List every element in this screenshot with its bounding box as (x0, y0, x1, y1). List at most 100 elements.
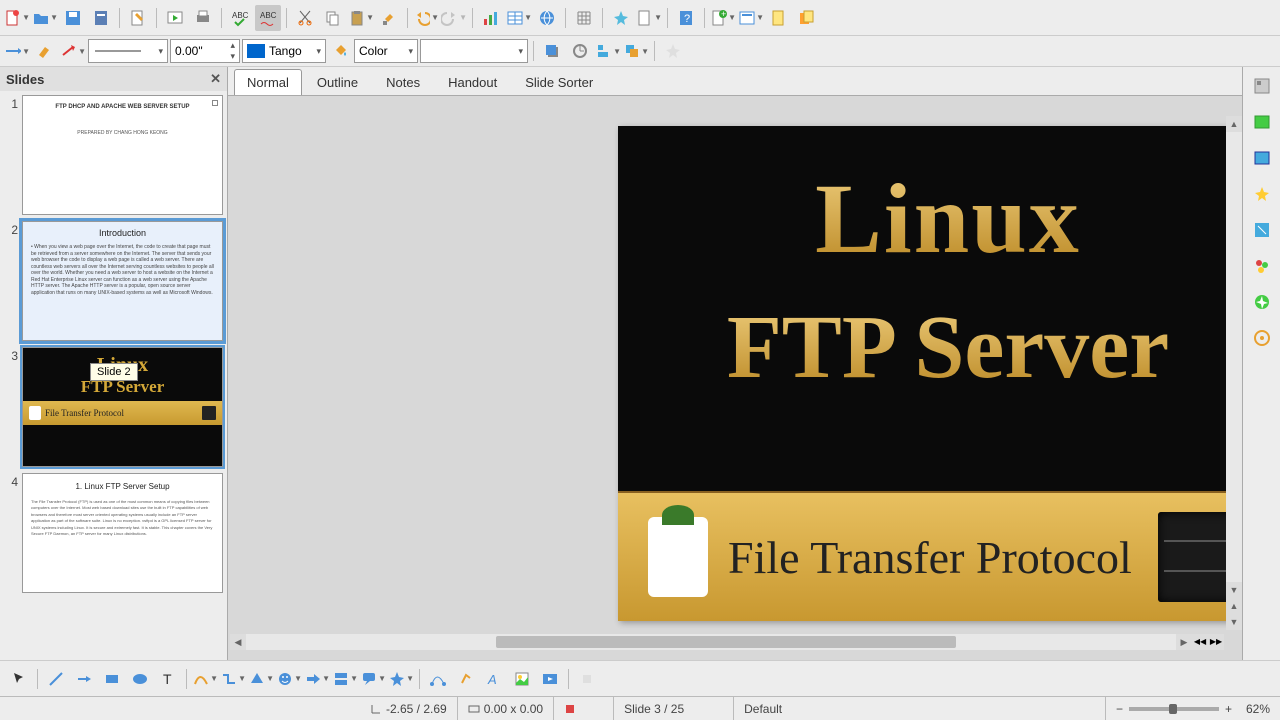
shadow-button[interactable] (539, 38, 565, 64)
insert-slide-button[interactable]: ▼ (636, 5, 662, 31)
line-color-button[interactable] (32, 38, 58, 64)
tab-slide-sorter[interactable]: Slide Sorter (512, 69, 606, 95)
master-pages-icon[interactable] (1251, 111, 1273, 133)
print-button[interactable] (190, 5, 216, 31)
canvas-area[interactable]: Linux FTP Server File Transfer Protocol … (228, 96, 1242, 660)
auto-spellcheck-button[interactable]: ABC (255, 5, 281, 31)
line-color-combo[interactable]: Tango▾ (242, 39, 326, 63)
scroll-first-icon[interactable]: ◀◀ (1192, 634, 1208, 650)
export-pdf-button[interactable] (88, 5, 114, 31)
server-icon (202, 406, 216, 420)
slide-design-button[interactable] (766, 5, 792, 31)
gluepoints-tool[interactable] (453, 666, 479, 692)
scroll-left-icon[interactable]: ◀ (230, 634, 246, 650)
zoom-slider[interactable] (1129, 707, 1219, 711)
cut-button[interactable] (292, 5, 318, 31)
styles-icon[interactable] (1251, 219, 1273, 241)
slide-transition-icon[interactable] (1251, 183, 1273, 205)
basic-shapes-tool[interactable]: ▼ (248, 666, 274, 692)
custom-animation-icon[interactable] (1251, 147, 1273, 169)
thumb1-title: FTP DHCP AND APACHE WEB SERVER SETUP (23, 104, 222, 110)
rectangle-tool[interactable] (99, 666, 125, 692)
undo-button[interactable]: ▼ (413, 5, 439, 31)
arrow-tool[interactable] (71, 666, 97, 692)
ellipse-tool[interactable] (127, 666, 153, 692)
insert-chart-button[interactable] (478, 5, 504, 31)
line-width-combo[interactable]: 0.00"▴▾ (170, 39, 240, 63)
arrange-button[interactable]: ▼ (623, 38, 649, 64)
select-tool[interactable] (6, 666, 32, 692)
crop-button[interactable] (567, 38, 593, 64)
close-panel-button[interactable]: ✕ (210, 71, 221, 87)
line-tool[interactable] (43, 666, 69, 692)
scroll-up-icon[interactable]: ▲ (1226, 116, 1242, 132)
insert-av-tool[interactable] (537, 666, 563, 692)
fill-type-combo[interactable]: Color▾ (354, 39, 418, 63)
thumb4-title: 1. Linux FTP Server Setup (23, 482, 222, 491)
arrow-ends-button[interactable]: ▼ (60, 38, 86, 64)
interaction-button[interactable] (660, 38, 686, 64)
redo-button[interactable]: ▼ (441, 5, 467, 31)
insert-hyperlink-button[interactable] (534, 5, 560, 31)
rotate-tool[interactable] (574, 666, 600, 692)
points-tool[interactable] (425, 666, 451, 692)
new-doc-button[interactable]: ▼ (4, 5, 30, 31)
fontwork-tool[interactable]: A (481, 666, 507, 692)
zoom-value[interactable]: 62% (1236, 697, 1280, 720)
zoom-control[interactable]: − + (1106, 697, 1236, 720)
line-style-combo[interactable]: ▾ (88, 39, 168, 63)
navigator-icon[interactable] (1251, 291, 1273, 313)
grid-button[interactable] (571, 5, 597, 31)
properties-icon[interactable] (1251, 75, 1273, 97)
new-slide-dropdown[interactable]: +▼ (710, 5, 736, 31)
block-arrows-tool[interactable]: ▼ (304, 666, 330, 692)
edit-button[interactable] (125, 5, 151, 31)
slide-thumb-4[interactable]: 4 1. Linux FTP Server Setup The File Tra… (4, 473, 223, 593)
fill-color-combo[interactable]: ▾ (420, 39, 528, 63)
slideshow-button[interactable] (162, 5, 188, 31)
svg-text:T: T (163, 671, 172, 687)
zoom-out-icon[interactable]: − (1116, 702, 1123, 716)
format-paintbrush-button[interactable] (376, 5, 402, 31)
text-tool[interactable]: T (155, 666, 181, 692)
connector-tool[interactable]: ▼ (220, 666, 246, 692)
align-button[interactable]: ▼ (595, 38, 621, 64)
hscroll-thumb[interactable] (496, 636, 956, 648)
tab-notes[interactable]: Notes (373, 69, 433, 95)
open-button[interactable]: ▼ (32, 5, 58, 31)
curve-tool[interactable]: ▼ (192, 666, 218, 692)
zoom-in-icon[interactable]: + (1225, 702, 1232, 716)
copy-button[interactable] (320, 5, 346, 31)
scroll-right-icon[interactable]: ▶ (1176, 634, 1192, 650)
paste-button[interactable]: ▼ (348, 5, 374, 31)
insert-table-button[interactable]: ▼ (506, 5, 532, 31)
save-button[interactable] (60, 5, 86, 31)
arrow-style-button[interactable]: ▼ (4, 38, 30, 64)
duplicate-slide-button[interactable] (794, 5, 820, 31)
symbol-shapes-tool[interactable]: ▼ (276, 666, 302, 692)
functions-icon[interactable] (1251, 327, 1273, 349)
tab-normal[interactable]: Normal (234, 69, 302, 95)
stars-tool[interactable]: ▼ (388, 666, 414, 692)
slide-thumb-1[interactable]: 1 FTP DHCP AND APACHE WEB SERVER SETUP P… (4, 95, 223, 215)
fill-icon[interactable] (328, 39, 352, 63)
scroll-down-icon[interactable]: ▼ (1226, 582, 1242, 598)
navigator-button[interactable] (608, 5, 634, 31)
gallery-icon[interactable] (1251, 255, 1273, 277)
horizontal-scrollbar[interactable]: ◀ ▶ ◀◀ ▶▶ (230, 634, 1224, 650)
slide-canvas[interactable]: Linux FTP Server File Transfer Protocol (618, 126, 1242, 621)
flowchart-tool[interactable]: ▼ (332, 666, 358, 692)
tab-outline[interactable]: Outline (304, 69, 371, 95)
from-file-tool[interactable] (509, 666, 535, 692)
slide-thumb-2[interactable]: 2 Introduction • When you view a web pag… (4, 221, 223, 341)
callouts-tool[interactable]: ▼ (360, 666, 386, 692)
spellcheck-button[interactable]: ABC (227, 5, 253, 31)
prev-slide-icon[interactable]: ▲ (1226, 598, 1242, 614)
tab-handout[interactable]: Handout (435, 69, 510, 95)
geek-icon (648, 517, 708, 597)
help-button[interactable]: ? (673, 5, 699, 31)
slide-layout-button[interactable]: ▼ (738, 5, 764, 31)
next-slide-icon[interactable]: ▼ (1226, 614, 1242, 630)
scroll-last-icon[interactable]: ▶▶ (1208, 634, 1224, 650)
vertical-scrollbar[interactable]: ▲ ▼ ▲ ▼ (1226, 116, 1242, 630)
